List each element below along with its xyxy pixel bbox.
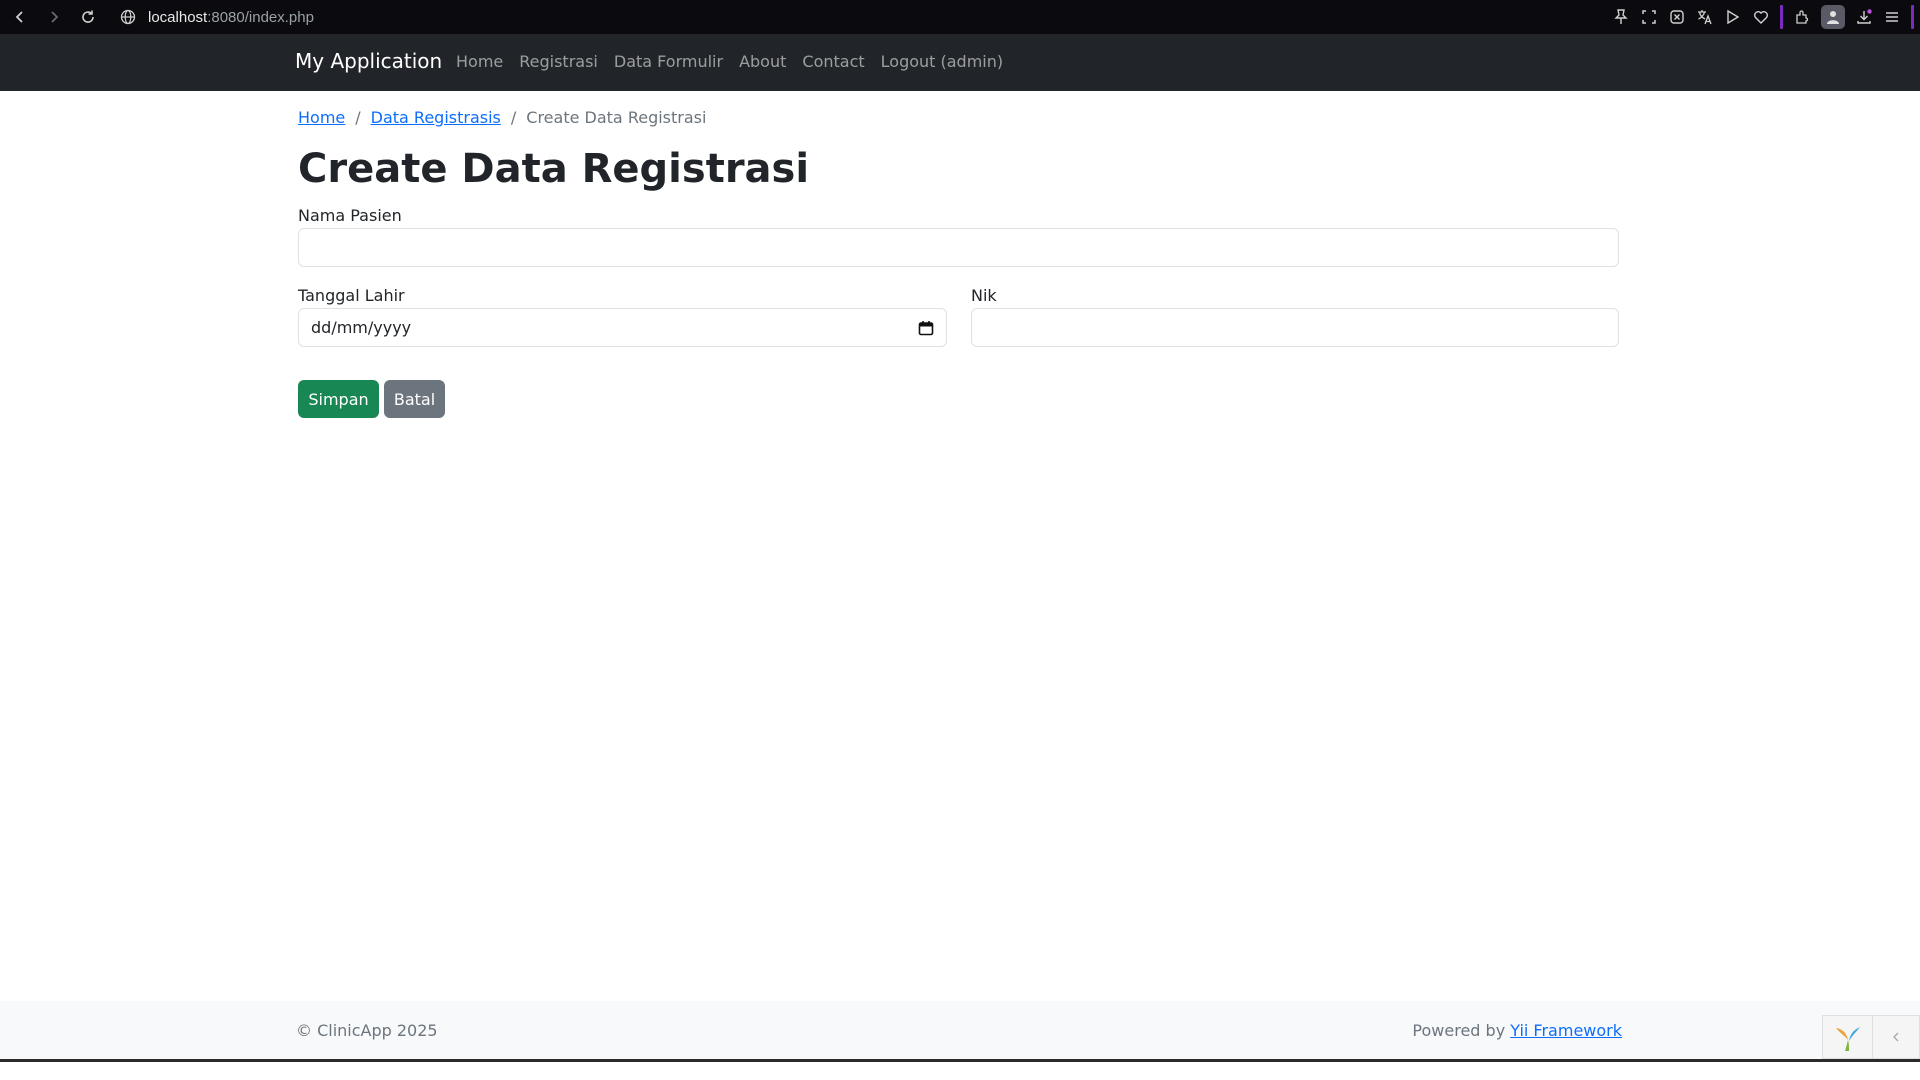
download-icon[interactable] [1855,8,1873,26]
screenshot-icon[interactable] [1640,8,1658,26]
nav-links: Home Registrasi Data Formulir About Cont… [456,52,1019,71]
address-bar[interactable]: localhost:8080/index.php [118,7,314,27]
breadcrumb: Home / Data Registrasis / Create Data Re… [298,108,706,127]
save-button[interactable]: Simpan [298,380,379,418]
toolbar-edge-divider [1911,5,1914,29]
profile-icon[interactable] [1821,5,1845,29]
nav-link-home[interactable]: Home [456,52,503,71]
yii-logo-icon[interactable] [1823,1016,1873,1060]
nama-pasien-label: Nama Pasien [298,206,402,225]
yii-debug-toolbar [1822,1015,1920,1060]
nav-link-registrasi[interactable]: Registrasi [519,52,598,71]
window-bottom-border [0,1059,1920,1062]
breadcrumb-separator: / [355,108,361,127]
site-info-icon[interactable] [118,7,138,27]
reload-icon[interactable] [78,7,98,27]
extension-icons [1612,0,1914,34]
calendar-icon[interactable] [918,320,934,336]
toolbar-divider [1780,5,1783,29]
browser-toolbar: localhost:8080/index.php [0,0,1920,34]
play-icon[interactable] [1724,8,1742,26]
tanggal-lahir-label: Tanggal Lahir [298,286,405,305]
page-title: Create Data Registrasi [298,146,810,192]
back-icon[interactable] [10,7,30,27]
url-text[interactable]: localhost:8080/index.php [148,9,314,26]
breadcrumb-home-link[interactable]: Home [298,108,345,127]
nama-pasien-input[interactable] [298,228,1619,267]
brand-link[interactable]: My Application [295,49,442,73]
forward-icon[interactable] [44,7,64,27]
tanggal-lahir-input[interactable]: dd/mm/yyyy [298,308,947,347]
breadcrumb-separator: / [510,108,517,127]
cancel-button[interactable]: Batal [384,380,445,418]
powered-by-text: Powered by [1412,1021,1511,1040]
breadcrumb-parent-link[interactable]: Data Registrasis [371,108,501,127]
pin-icon[interactable] [1612,8,1630,26]
nik-input[interactable] [971,308,1619,347]
url-path: :8080/index.php [207,8,314,26]
tanggal-lahir-placeholder: dd/mm/yyyy [311,318,412,337]
nav-link-data-formulir[interactable]: Data Formulir [614,52,723,71]
url-host: localhost [148,8,208,26]
chevron-left-icon[interactable] [1873,1016,1919,1058]
logout-button[interactable]: Logout (admin) [881,52,1003,71]
breadcrumb-current: Create Data Registrasi [526,108,707,127]
footer-copyright: © ClinicApp 2025 [296,1021,438,1040]
menu-icon[interactable] [1883,8,1901,26]
nav-link-contact[interactable]: Contact [802,52,864,71]
heart-icon[interactable] [1752,8,1770,26]
translate-icon[interactable] [1696,8,1714,26]
nav-link-about[interactable]: About [739,52,786,71]
yii-framework-link[interactable]: Yii Framework [1510,1021,1622,1040]
shield-icon[interactable] [1668,8,1686,26]
browser-nav-buttons [0,7,98,27]
footer: © ClinicApp 2025 Powered by Yii Framewor… [0,1001,1920,1059]
footer-powered-by: Powered by Yii Framework [1412,1021,1622,1040]
nik-label: Nik [971,286,997,305]
extensions-icon[interactable] [1793,8,1811,26]
app-navbar: My Application Home Registrasi Data Form… [0,34,1920,91]
